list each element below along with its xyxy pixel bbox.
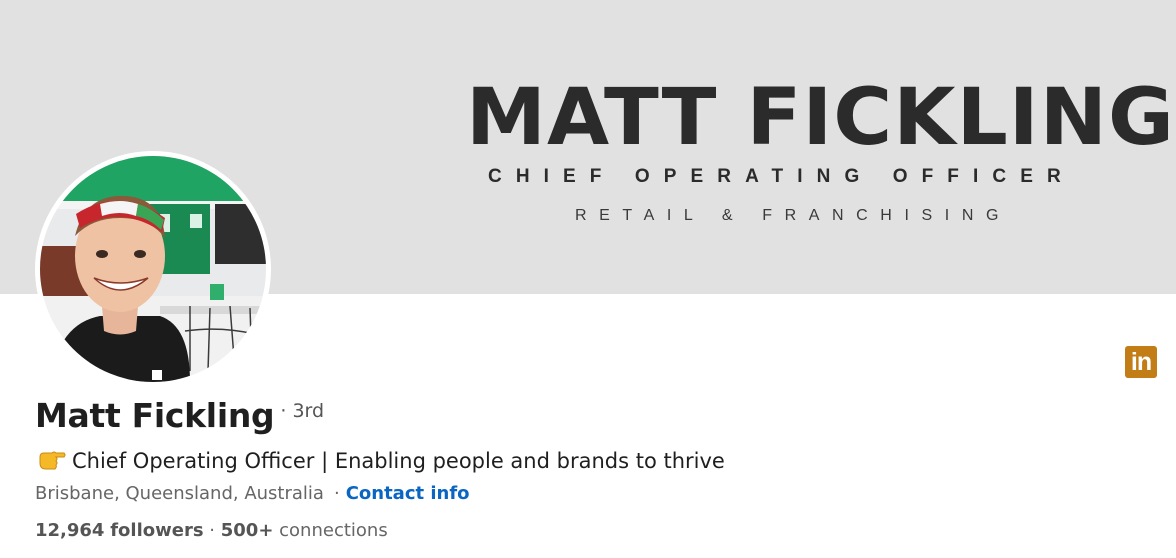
- linkedin-icon[interactable]: in: [1125, 346, 1157, 378]
- profile-headline-row: Chief Operating Officer | Enabling peopl…: [38, 449, 725, 476]
- followers-label[interactable]: followers: [110, 520, 203, 541]
- avatar-photo: [40, 156, 266, 382]
- contact-info-link[interactable]: Contact info: [346, 483, 470, 504]
- banner-title: MATT FICKLING: [466, 73, 1175, 163]
- banner-subtitle: CHIEF OPERATING OFFICER: [488, 166, 1075, 187]
- connection-degree: · 3rd: [280, 400, 325, 422]
- connections-count[interactable]: 500+: [221, 520, 274, 541]
- followers-count[interactable]: 12,964: [35, 520, 104, 541]
- profile-headline: Chief Operating Officer | Enabling peopl…: [72, 449, 725, 473]
- profile-avatar[interactable]: [35, 151, 271, 387]
- network-stats-row: 12,964 followers · 500+ connections: [35, 520, 388, 541]
- profile-page: MATT FICKLING CHIEF OPERATING OFFICER RE…: [0, 0, 1176, 558]
- pointing-hand-emoji-icon: [38, 449, 66, 476]
- location-row: Brisbane, Queensland, Australia · Contact …: [35, 483, 470, 504]
- profile-name-row: Matt Fickling · 3rd: [35, 396, 324, 435]
- profile-location: Brisbane, Queensland, Australia: [35, 483, 324, 504]
- profile-name: Matt Fickling: [35, 396, 275, 435]
- banner-tagline: RETAIL & FRANCHISING: [575, 207, 1012, 224]
- connections-label[interactable]: connections: [279, 520, 388, 541]
- stats-separator-dot: ·: [209, 520, 216, 541]
- separator-dot: ·: [333, 483, 340, 504]
